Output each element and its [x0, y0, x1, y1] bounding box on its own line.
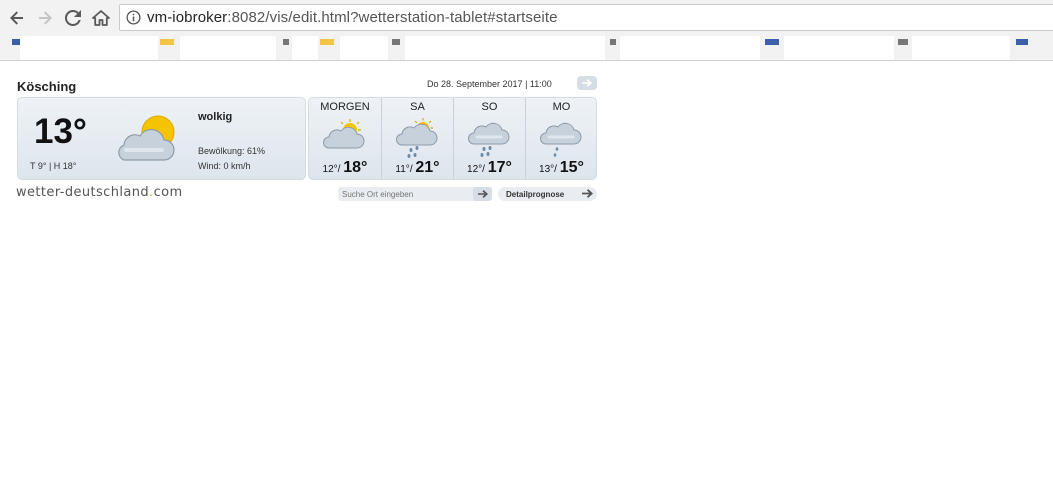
current-temperature: 13° — [34, 112, 87, 151]
reload-icon — [65, 10, 81, 26]
current-weather-card: 13° T 9° | H 18° wolkig Bewölkung: 61% W… — [17, 97, 306, 180]
redaction-mask — [180, 36, 276, 60]
info-icon[interactable] — [126, 10, 141, 25]
forecast-day-label: MO — [552, 101, 571, 113]
forecast-card: MORGEN 12°/ 18° SA 11°/ 21° SO 12°/ 17° … — [308, 97, 597, 180]
forecast-day: MO 13°/ 15° — [525, 98, 597, 179]
cloud-rain-icon — [468, 122, 510, 157]
forecast-day-label: SO — [481, 101, 498, 113]
redaction-mask — [340, 36, 388, 60]
forecast-min-temp: 13° — [539, 164, 555, 175]
forecast-date: Do 28. September 2017 | 11:00 — [427, 79, 552, 89]
bookmarks-bar — [0, 36, 1053, 61]
bookmark-fragment — [1016, 39, 1028, 45]
detail-forecast-button[interactable]: Detailprognose — [498, 187, 597, 201]
cloudiness: Bewölkung: 61% — [198, 146, 266, 156]
location-search — [338, 187, 492, 201]
forecast-max-temp: 21° — [415, 159, 440, 176]
search-go-button[interactable] — [473, 187, 492, 201]
back-button[interactable] — [4, 5, 30, 31]
url-host: vm-iobroker — [147, 9, 228, 26]
address-bar[interactable]: vm-iobroker:8082/vis/edit.html?wettersta… — [119, 4, 1053, 31]
city-arrow-button[interactable] — [577, 76, 597, 90]
forecast-temps: 12°/ 17° — [467, 159, 512, 176]
forecast-day-label: MORGEN — [320, 101, 370, 113]
forecast-day: SA 11°/ 21° — [381, 98, 453, 179]
forecast-day: MORGEN 12°/ 18° — [309, 98, 381, 179]
bookmark-fragment — [392, 39, 400, 45]
redaction-mask — [405, 36, 605, 60]
redaction-mask — [20, 36, 158, 60]
forecast-max-temp: 17° — [487, 159, 512, 176]
bookmark-fragment — [765, 39, 779, 45]
reload-button[interactable] — [60, 5, 86, 31]
forecast-min-temp: 12° — [322, 164, 338, 175]
location-search-input[interactable] — [338, 187, 468, 201]
partly-cloudy-icon — [118, 115, 175, 161]
cloud-sun-rain-icon — [396, 118, 438, 158]
forecast-temps: 11°/ 21° — [395, 159, 440, 176]
forecast-day: SO 12°/ 17° — [453, 98, 525, 179]
back-arrow-icon — [10, 11, 23, 25]
bookmark-fragment — [160, 39, 174, 45]
browser-toolbar: vm-iobroker:8082/vis/edit.html?wettersta… — [0, 0, 1053, 36]
wetter-deutschland-logo[interactable]: wetter-deutschland.com — [16, 185, 183, 200]
partly-cloudy-icon — [323, 119, 365, 149]
weather-widget: Kösching Do 28. September 2017 | 11:00 1… — [16, 74, 598, 204]
url-path: :8082/vis/edit.html?wetterstation-tablet… — [227, 9, 558, 26]
detail-forecast-label: Detailprognose — [506, 189, 565, 199]
redaction-mask — [292, 36, 318, 60]
current-min-max: T 9° | H 18° — [30, 161, 77, 171]
cloud-drizzle-icon — [540, 122, 582, 157]
arrow-right-icon — [582, 79, 592, 87]
arrow-right-icon — [582, 189, 593, 198]
forecast-min-temp: 11° — [395, 164, 410, 175]
current-condition: wolkig — [198, 111, 233, 123]
bookmark-fragment — [320, 39, 334, 45]
forward-button[interactable] — [32, 5, 58, 31]
forecast-day-label: SA — [410, 101, 425, 113]
redaction-mask — [912, 36, 1010, 60]
city-name: Kösching — [17, 79, 77, 94]
url-text[interactable]: vm-iobroker:8082/vis/edit.html?wettersta… — [147, 9, 558, 26]
forecast-max-temp: 15° — [559, 159, 584, 176]
arrow-right-icon — [477, 190, 488, 198]
forecast-min-temp: 12° — [467, 164, 483, 175]
redaction-mask — [784, 36, 894, 60]
forecast-max-temp: 18° — [343, 159, 368, 176]
home-icon — [92, 10, 110, 26]
logo-main: wetter-deutschland — [16, 185, 150, 200]
bookmark-fragment — [610, 39, 616, 45]
home-button[interactable] — [88, 5, 114, 31]
wind-speed: Wind: 0 km/h — [198, 161, 251, 171]
logo-tld: com — [153, 185, 183, 200]
forward-arrow-icon — [39, 11, 52, 25]
bookmark-fragment — [898, 39, 908, 45]
forecast-temps: 13°/ 15° — [539, 159, 584, 176]
bookmark-fragment — [283, 39, 289, 45]
redaction-mask — [620, 36, 760, 60]
forecast-temps: 12°/ 18° — [322, 159, 368, 176]
